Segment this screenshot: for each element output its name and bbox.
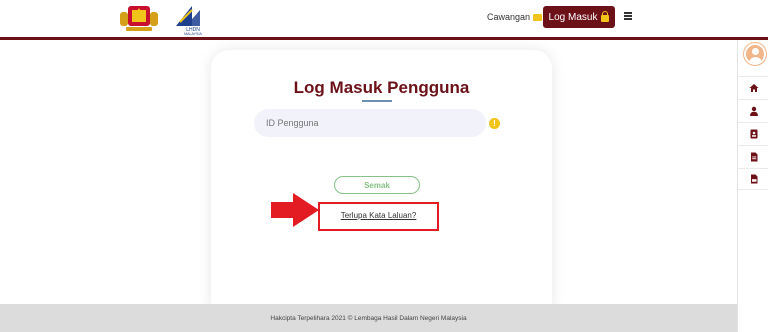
semak-button[interactable]: Semak bbox=[334, 176, 420, 194]
login-card: Log Masuk Pengguna ! Semak Terlupa Kata … bbox=[211, 50, 552, 320]
copyright-text: Hakcipta Terpelihara 2021 © Lembaga Hasi… bbox=[270, 314, 467, 322]
document-icon bbox=[750, 152, 757, 161]
building-icon bbox=[533, 13, 543, 21]
right-sidebar bbox=[737, 40, 768, 332]
user-id-input[interactable] bbox=[254, 109, 486, 137]
lock-icon bbox=[601, 10, 610, 22]
forgot-password-link[interactable]: Terlupa Kata Laluan? bbox=[320, 211, 437, 220]
user-icon bbox=[749, 106, 758, 116]
sidebar-item-id-card[interactable] bbox=[738, 122, 768, 144]
cawangan-label: Cawangan bbox=[487, 12, 531, 22]
red-arrow-icon bbox=[271, 193, 319, 227]
top-header: LHDN MALAYSIA Cawangan Log Masuk bbox=[0, 0, 768, 40]
sidebar-item-pdf[interactable] bbox=[738, 168, 768, 190]
login-button[interactable]: Log Masuk bbox=[543, 6, 615, 28]
title-underline bbox=[362, 100, 392, 102]
login-button-label: Log Masuk bbox=[548, 11, 598, 23]
malaysia-coat-of-arms-logo bbox=[120, 6, 158, 31]
id-card-icon bbox=[750, 129, 757, 138]
sidebar-item-home[interactable] bbox=[738, 76, 768, 98]
info-icon[interactable]: ! bbox=[489, 118, 500, 129]
cawangan-link[interactable]: Cawangan bbox=[487, 12, 543, 22]
footer: Hakcipta Terpelihara 2021 © Lembaga Hasi… bbox=[0, 304, 737, 332]
pdf-icon bbox=[750, 174, 757, 184]
sidebar-item-document[interactable] bbox=[738, 145, 768, 167]
lhdn-logo: LHDN MALAYSIA bbox=[176, 6, 202, 36]
hamburger-menu-icon[interactable] bbox=[624, 12, 632, 20]
avatar[interactable] bbox=[744, 43, 766, 65]
home-icon bbox=[749, 83, 758, 92]
page-title: Log Masuk Pengguna bbox=[293, 78, 470, 97]
lhdn-logo-subtext: MALAYSIA bbox=[184, 32, 202, 36]
sidebar-item-user[interactable] bbox=[738, 99, 768, 121]
forgot-password-highlight-box: Terlupa Kata Laluan? bbox=[318, 202, 439, 231]
